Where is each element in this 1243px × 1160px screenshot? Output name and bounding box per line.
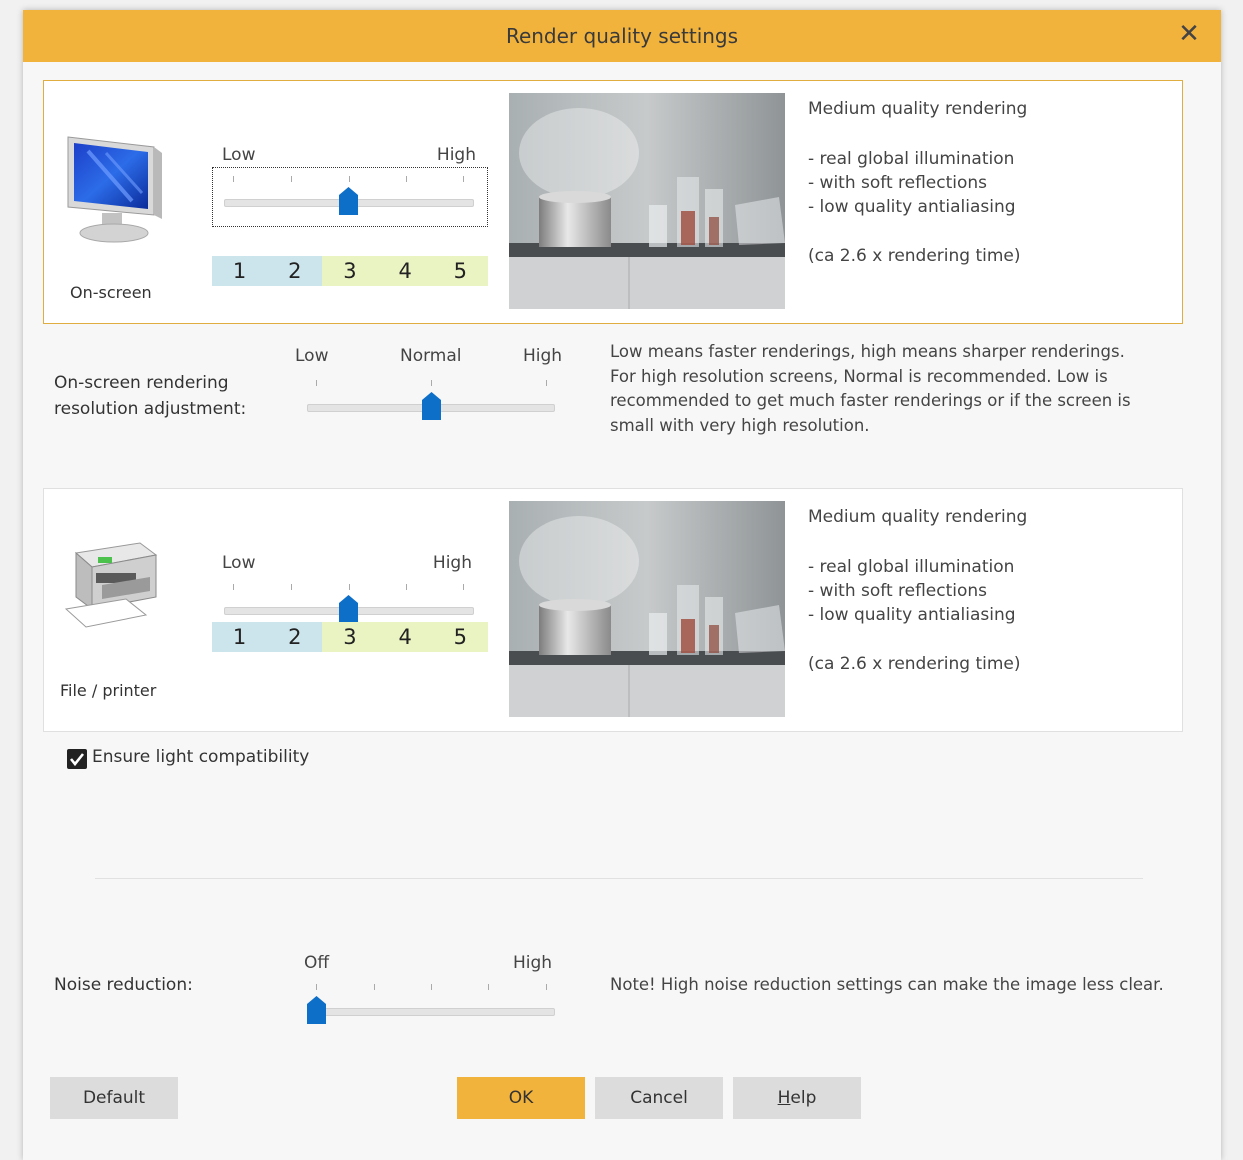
resolution-slider[interactable] bbox=[307, 380, 557, 428]
description-title: Medium quality rendering bbox=[808, 507, 1028, 527]
render-preview-image bbox=[509, 501, 785, 717]
description-title: Medium quality rendering bbox=[808, 99, 1028, 119]
noise-note: Note! High noise reduction settings can … bbox=[610, 975, 1164, 994]
tick bbox=[406, 176, 407, 182]
description-feature: - real global illumination bbox=[808, 149, 1015, 169]
help-button[interactable]: Help bbox=[733, 1077, 861, 1119]
description-feature: - low quality antialiasing bbox=[808, 197, 1016, 217]
noise-reduction-slider[interactable] bbox=[307, 984, 557, 1032]
resolution-info-text: Low means faster renderings, high means … bbox=[610, 340, 1131, 438]
slider-low-label: Low bbox=[222, 145, 256, 165]
light-compatibility-checkbox[interactable] bbox=[67, 749, 87, 769]
tick bbox=[431, 984, 432, 990]
dialog-title: Render quality settings bbox=[505, 24, 739, 48]
quality-level-strip: 1 2 3 4 5 bbox=[212, 256, 488, 286]
resolution-high-label: High bbox=[523, 346, 563, 366]
level-1[interactable]: 1 bbox=[212, 622, 268, 652]
level-5[interactable]: 5 bbox=[432, 256, 488, 286]
quality-level-strip: 1 2 3 4 5 bbox=[212, 622, 488, 652]
info-line: Low means faster renderings, high means … bbox=[610, 342, 1125, 361]
description-feature: - with soft reflections bbox=[808, 173, 988, 193]
onscreen-quality-slider[interactable]: Low High 1 2 3 4 5 bbox=[212, 133, 488, 286]
level-2[interactable]: 2 bbox=[267, 622, 323, 652]
tick bbox=[233, 584, 234, 590]
help-mnemonic: H bbox=[777, 1088, 791, 1108]
onscreen-quality-description: Medium quality rendering - real global i… bbox=[808, 97, 1027, 268]
info-line: small with very high resolution. bbox=[610, 415, 870, 435]
tick bbox=[291, 176, 292, 182]
onscreen-quality-panel: On-screen Low High 1 2 3 4 5 Medium qual… bbox=[43, 80, 1183, 324]
cancel-button[interactable]: Cancel bbox=[595, 1077, 723, 1119]
tick bbox=[316, 380, 317, 386]
resolution-label-line2: resolution adjustment: bbox=[54, 399, 247, 419]
printer-quality-panel: File / printer Low High 1 2 3 4 5 Medium… bbox=[43, 488, 1183, 732]
tick bbox=[546, 380, 547, 386]
tick bbox=[463, 584, 464, 590]
tick bbox=[546, 984, 547, 990]
divider bbox=[95, 878, 1143, 879]
printer-quality-slider[interactable]: Low High 1 2 3 4 5 bbox=[212, 541, 488, 657]
tick bbox=[374, 984, 375, 990]
level-4[interactable]: 4 bbox=[377, 256, 433, 286]
slider-thumb[interactable] bbox=[339, 187, 358, 215]
monitor-icon bbox=[67, 136, 162, 243]
level-2[interactable]: 2 bbox=[267, 256, 323, 286]
render-preview-image bbox=[509, 93, 785, 309]
description-feature: - low quality antialiasing bbox=[808, 605, 1016, 625]
description-feature: - with soft reflections bbox=[808, 581, 988, 601]
tick bbox=[463, 176, 464, 182]
tick bbox=[488, 984, 489, 990]
tick bbox=[349, 584, 350, 590]
slider-high-label: High bbox=[436, 145, 476, 165]
tick bbox=[406, 584, 407, 590]
tick bbox=[291, 584, 292, 590]
slider-low-label: Low bbox=[222, 553, 256, 573]
render-quality-dialog: Render quality settings ✕ On-screen Low … bbox=[23, 10, 1221, 1160]
noise-off-label: Off bbox=[304, 953, 330, 973]
printer-icon bbox=[64, 542, 158, 628]
resolution-label-line1: On-screen rendering bbox=[54, 373, 229, 393]
checkmark-icon bbox=[69, 753, 85, 767]
default-button[interactable]: Default bbox=[50, 1077, 178, 1119]
resolution-label: On-screen rendering resolution adjustmen… bbox=[54, 370, 246, 422]
level-4[interactable]: 4 bbox=[377, 622, 433, 652]
slider-thumb[interactable] bbox=[307, 996, 326, 1024]
tick bbox=[349, 176, 350, 182]
description-time: (ca 2.6 x rendering time) bbox=[808, 654, 1021, 674]
help-label: elp bbox=[790, 1088, 817, 1108]
printer-label: File / printer bbox=[60, 681, 157, 700]
slider-high-label: High bbox=[432, 553, 472, 573]
level-3[interactable]: 3 bbox=[322, 256, 378, 286]
ok-button[interactable]: OK bbox=[457, 1077, 585, 1119]
level-3[interactable]: 3 bbox=[322, 622, 378, 652]
level-5[interactable]: 5 bbox=[432, 622, 488, 652]
level-1[interactable]: 1 bbox=[212, 256, 268, 286]
info-line: For high resolution screens, Normal is r… bbox=[610, 366, 1108, 386]
noise-high-label: High bbox=[513, 953, 553, 973]
slider-thumb[interactable] bbox=[422, 392, 441, 420]
onscreen-label: On-screen bbox=[70, 283, 152, 302]
tick bbox=[431, 380, 432, 386]
description-time: (ca 2.6 x rendering time) bbox=[808, 246, 1021, 266]
noise-reduction-label: Noise reduction: bbox=[54, 975, 193, 995]
tick bbox=[233, 176, 234, 182]
resolution-normal-label: Normal bbox=[400, 346, 462, 366]
title-bar[interactable]: Render quality settings ✕ bbox=[23, 10, 1221, 62]
light-compatibility-label[interactable]: Ensure light compatibility bbox=[92, 747, 309, 767]
info-line: recommended to get much faster rendering… bbox=[610, 391, 1131, 410]
tick bbox=[316, 984, 317, 990]
description-feature: - real global illumination bbox=[808, 557, 1015, 577]
slider-track[interactable] bbox=[307, 1008, 555, 1016]
printer-quality-description: Medium quality rendering - real global i… bbox=[808, 505, 1027, 676]
close-icon[interactable]: ✕ bbox=[1175, 20, 1203, 48]
resolution-low-label: Low bbox=[295, 346, 329, 366]
slider-thumb[interactable] bbox=[339, 595, 358, 623]
